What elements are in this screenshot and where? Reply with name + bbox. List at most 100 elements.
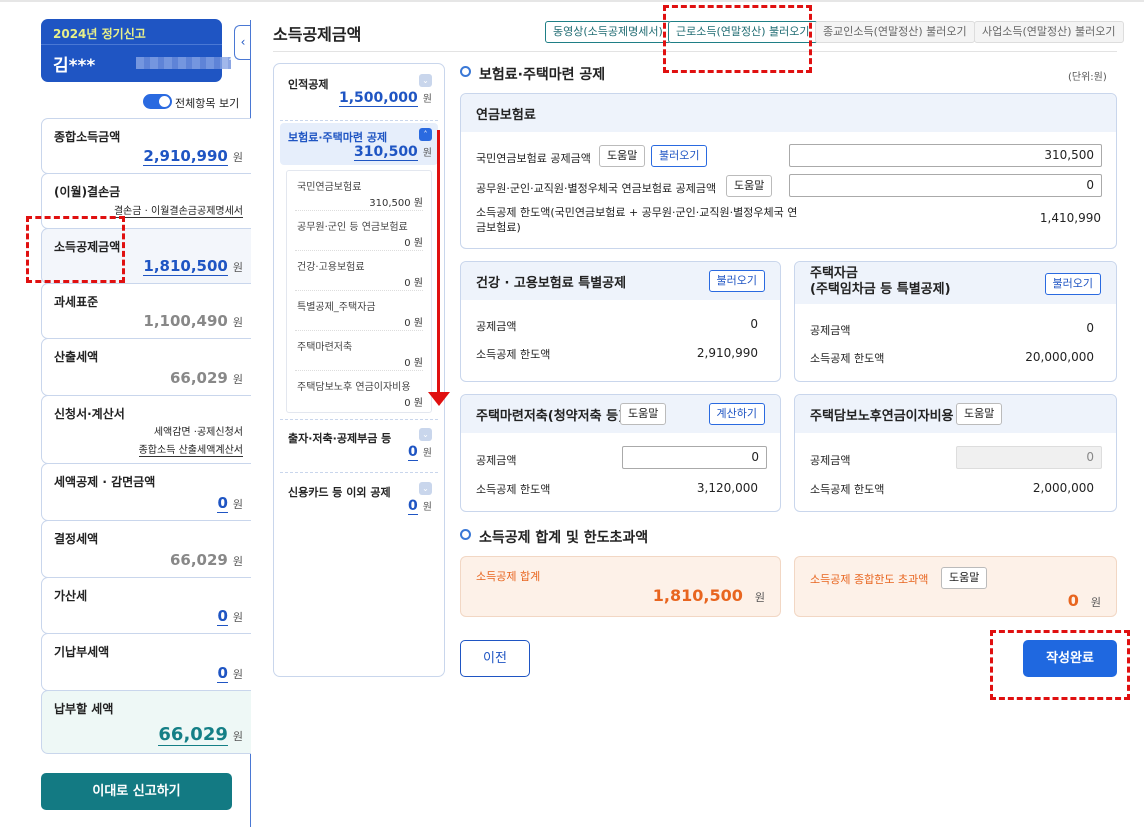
sidebar-item-penalty-tax[interactable]: 가산세 0원	[41, 577, 251, 634]
file-as-is-button[interactable]: 이대로 신고하기	[41, 773, 232, 810]
pension-limit-value: 1,410,990	[1039, 211, 1101, 225]
loss-statement-link[interactable]: 결손금 · 이월결손금공제명세서	[113, 202, 243, 218]
nav-label: 인적공제	[288, 78, 329, 91]
load-button[interactable]: 불러오기	[1044, 273, 1101, 295]
nav-label: 신용카드 등 이외 공제	[288, 486, 391, 499]
unit: 원	[232, 498, 243, 511]
chevron-down-icon[interactable]: ⌄	[419, 74, 432, 87]
item-value: 66,029	[158, 724, 228, 746]
sub-label: 특별공제_주택자금	[297, 302, 376, 313]
arrow-down-icon	[428, 392, 450, 406]
savings-deduct-input[interactable]: 0	[622, 446, 767, 469]
chevron-up-icon[interactable]: ˄	[419, 128, 432, 141]
show-all-toggle[interactable]	[143, 94, 172, 109]
item-label: 납부할 세액	[54, 702, 114, 716]
filing-header-card: 2024년 정기신고 김*** **	[41, 19, 244, 82]
item-value[interactable]: 2,910,990	[143, 147, 228, 166]
limit-value: 20,000,000	[1025, 350, 1094, 364]
limit-value: 2,000,000	[1032, 481, 1094, 495]
item-label: 산출세액	[54, 350, 99, 364]
sub-item[interactable]: 특별공제_주택자금 0 원	[295, 291, 423, 331]
nav-item-insurance-housing[interactable]: 보험료·주택마련 공제 ˄ 310,500 원	[280, 123, 438, 165]
video-guide-button[interactable]: 동영상(소득공제명세서)	[545, 21, 671, 43]
load-religious-income-button[interactable]: 종교인소득(연말정산) 불러오기	[815, 21, 975, 43]
deduct-label: 공제금액	[810, 454, 851, 467]
sub-item[interactable]: 건강·고용보험료 0 원	[295, 251, 423, 291]
item-value[interactable]: 0	[217, 664, 228, 683]
nav-item-personal[interactable]: 인적공제 ⌄ 1,500,000 원	[280, 68, 438, 116]
help-button[interactable]: 도움말	[941, 567, 988, 589]
calculate-button[interactable]: 계산하기	[708, 403, 765, 425]
previous-button[interactable]: 이전	[460, 640, 530, 677]
sidebar-item-tax-base[interactable]: 과세표준 1,100,490 원	[41, 283, 251, 339]
pension-title: 연금보험료	[461, 94, 1116, 132]
help-button[interactable]: 도움말	[599, 145, 646, 167]
collapse-sidebar-button[interactable]: ‹	[234, 25, 251, 60]
chevron-down-icon[interactable]: ⌄	[419, 482, 432, 495]
unit: 원	[1090, 596, 1101, 609]
show-all-label: 전체항목 보기	[175, 97, 240, 110]
load-button[interactable]: 불러오기	[651, 145, 708, 167]
sidebar-item-determined-tax[interactable]: 결정세액 66,029 원	[41, 520, 251, 578]
total-deduction-box: 소득공제 합계 1,810,500 원	[460, 556, 781, 617]
user-name: 김***	[53, 56, 96, 76]
limit-value: 3,120,000	[696, 481, 758, 495]
unit: 원	[232, 151, 243, 164]
item-value[interactable]: 1,810,500	[143, 257, 228, 276]
top-border	[0, 0, 1144, 2]
nav-value[interactable]: 1,500,000	[338, 90, 418, 107]
sub-value: 0 원	[404, 238, 423, 249]
nav-label: 보험료·주택마련 공제	[288, 131, 388, 144]
sub-item[interactable]: 주택담보노후 연금이자비용 0 원	[295, 371, 423, 411]
sub-item[interactable]: 공무원·군인 등 연금보험료 0 원	[295, 211, 423, 251]
help-button[interactable]: 도움말	[620, 403, 667, 425]
sidebar-item-tax-payable[interactable]: 납부할 세액 66,029 원	[41, 690, 251, 754]
excess-label: 소득공제 종합한도 초과액	[810, 573, 929, 586]
sidebar-item-applications[interactable]: 신청서·계산서 세액감면 ·공제신청서 종합소득 산출세액계산서	[41, 395, 251, 464]
page-title: 소득공제금액	[273, 25, 362, 44]
sub-item[interactable]: 주택마련저축 0 원	[295, 331, 423, 371]
sub-item-list: 국민연금보험료 310,500 원 공무원·군인 등 연금보험료 0 원 건강·고용…	[286, 170, 432, 413]
public-pension-label: 공무원·군인·교직원·별정우체국 연금보험료 공제금액	[476, 182, 717, 195]
sub-label: 국민연금보험료	[297, 182, 362, 193]
sidebar-item-calculated-tax[interactable]: 산출세액 66,029 원	[41, 338, 251, 396]
unit: 원	[232, 668, 243, 681]
nav-value[interactable]: 0	[408, 444, 418, 461]
nav-label: 출자·저축·공제부금 등	[288, 432, 392, 445]
mortgage-pension-box: 주택담보노후연금이자비용 도움말 공제금액 0 소득공제 한도액 2,000,0…	[794, 394, 1117, 512]
nav-item-card-other[interactable]: 신용카드 등 이외 공제 ⌄ 0원	[280, 476, 438, 524]
annotation-arrow-shaft	[437, 130, 440, 394]
item-value[interactable]: 0	[217, 607, 228, 626]
item-value[interactable]: 0	[217, 494, 228, 513]
deduct-value: 0	[750, 317, 758, 331]
deduct-label: 공제금액	[810, 324, 851, 337]
public-pension-input[interactable]: 0	[789, 174, 1102, 197]
reduction-application-link[interactable]: 세액감면 ·공제신청서	[154, 423, 243, 438]
limit-value: 2,910,990	[696, 346, 758, 360]
sidebar-item-prepaid-tax[interactable]: 기납부세액 0원	[41, 633, 251, 691]
sub-value: 0 원	[404, 318, 423, 329]
chevron-down-icon[interactable]: ⌄	[419, 428, 432, 441]
nav-value[interactable]: 310,500	[354, 144, 418, 161]
help-button[interactable]: 도움말	[956, 403, 1003, 425]
filing-type: 2024년 정기신고	[53, 27, 146, 41]
unit: 원	[422, 502, 432, 513]
annotation-highlight-complete	[990, 630, 1130, 700]
nav-value[interactable]: 0	[408, 498, 418, 515]
sub-label: 건강·고용보험료	[297, 262, 365, 273]
unit: 원	[232, 555, 243, 568]
sub-label: 주택담보노후 연금이자비용	[297, 382, 411, 393]
load-button[interactable]: 불러오기	[708, 270, 765, 292]
nav-item-savings[interactable]: 출자·저축·공제부금 등 ⌄ 0원	[280, 422, 438, 470]
chevron-left-icon: ‹	[240, 35, 246, 49]
national-pension-input[interactable]: 310,500	[789, 144, 1102, 167]
pension-box: 연금보험료 국민연금보험료 공제금액 도움말 불러오기 310,500 공무원·…	[460, 93, 1117, 249]
item-label: 기납부세액	[54, 645, 110, 659]
tax-calculation-link[interactable]: 종합소득 산출세액계산서	[138, 441, 243, 457]
sidebar-item-total-income[interactable]: 종합소득금액 2,910,990 원	[41, 118, 251, 174]
unit: 원	[422, 448, 432, 459]
help-button[interactable]: 도움말	[726, 175, 773, 197]
load-business-income-button[interactable]: 사업소득(연말정산) 불러오기	[974, 21, 1124, 43]
sub-item[interactable]: 국민연금보험료 310,500 원	[295, 171, 423, 211]
sidebar-item-tax-credit[interactable]: 세액공제 · 감면금액 0원	[41, 463, 251, 521]
